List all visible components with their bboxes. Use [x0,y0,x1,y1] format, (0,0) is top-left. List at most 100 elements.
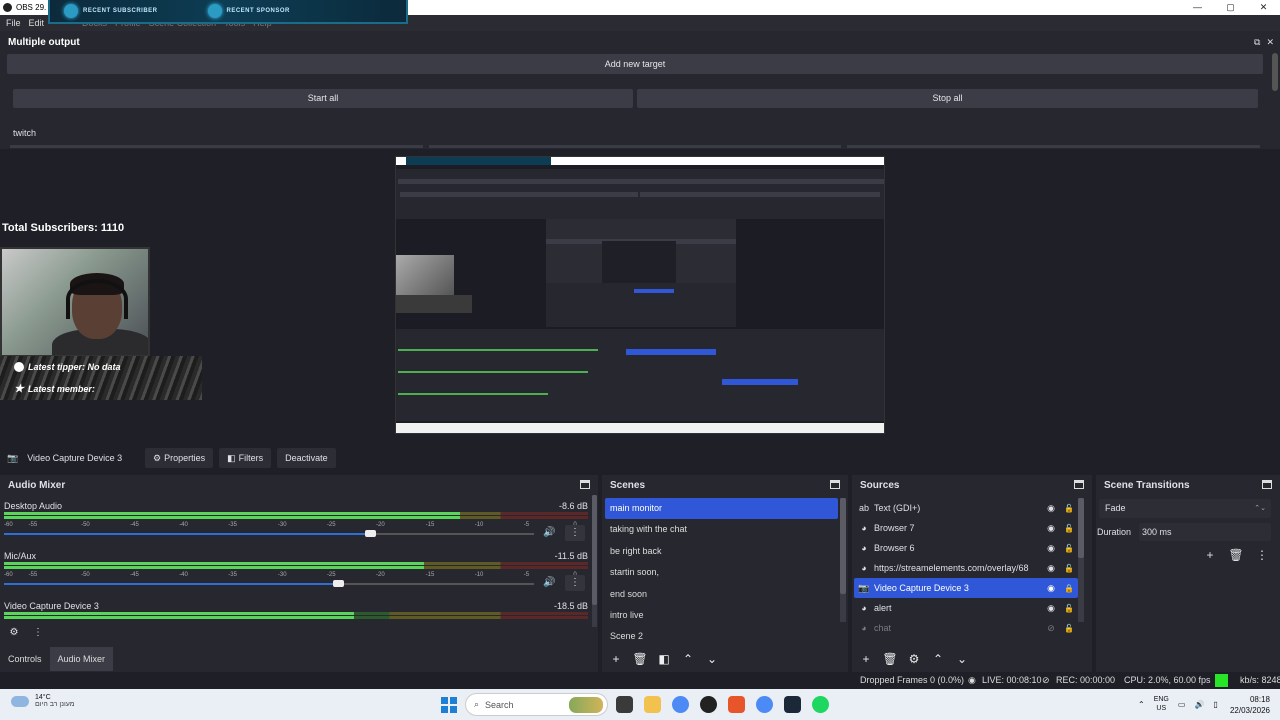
close-button[interactable]: ✕ [1247,0,1280,15]
obs-icon[interactable] [700,696,717,713]
source-item[interactable]: ◕ Browser 7 ◉ 🔓 [854,518,1078,538]
move-up-icon[interactable]: ⌃ [678,650,698,668]
volume-slider[interactable] [4,580,534,587]
lock-icon[interactable]: 🔓 [1060,624,1078,633]
menu-file[interactable]: File [6,18,21,28]
file-explorer-icon[interactable] [644,696,661,713]
mixer-menu-icon[interactable]: ⋮ [28,624,48,642]
add-new-target-button[interactable]: Add new target [7,54,1263,74]
source-item[interactable]: 📷 Video Capture Device 3 ◉ 🔒 [854,578,1078,598]
source-item[interactable]: ◕ https://streamelements.com/overlay/68 ◉ 🔓 [854,558,1078,578]
advanced-audio-properties-icon[interactable]: ⚙ [4,624,24,642]
add-transition-icon[interactable]: + [1200,546,1220,564]
camera-icon: 📷 [7,452,19,463]
chevron-up-icon[interactable]: ⌃ [1138,700,1145,709]
task-view-icon[interactable] [616,696,633,713]
scene-item[interactable]: intro live [605,605,838,626]
visibility-eye-icon[interactable]: ◉ [1042,523,1060,534]
source-item[interactable]: ◕ alert ◉ 🔓 [854,598,1078,618]
remove-source-icon[interactable]: 🗑 [880,650,900,668]
chrome-profile-icon[interactable] [756,696,773,713]
menu-edit[interactable]: Edit [29,18,45,28]
scene-item[interactable]: end soon [605,584,838,605]
visibility-eye-icon[interactable]: ◉ [1042,603,1060,614]
remove-scene-icon[interactable]: 🗑 [630,650,650,668]
channel-menu-icon[interactable]: ⋮ [565,525,585,541]
scene-item[interactable]: taking with the chat [605,519,838,540]
scene-filters-icon[interactable]: ◧ [654,650,674,668]
undock-icon[interactable] [1262,480,1272,489]
move-down-icon[interactable]: ⌄ [702,650,722,668]
add-source-icon[interactable]: + [856,650,876,668]
scene-item[interactable]: Scene 2 [605,626,838,647]
undock-icon[interactable] [830,480,840,489]
move-down-icon[interactable]: ⌄ [952,650,972,668]
transition-select[interactable]: Fade ⌃⌄ [1099,499,1271,518]
minimize-button[interactable]: — [1181,0,1214,15]
add-scene-icon[interactable]: + [606,650,626,668]
steam-icon[interactable] [784,696,801,713]
preview-canvas[interactable]: Total Subscribers: 1110 Latest tipper: N… [0,149,1280,443]
close-dock-icon[interactable]: ✕ [1266,37,1274,48]
lock-icon[interactable]: 🔓 [1060,504,1078,513]
properties-button[interactable]: ⚙ Properties [145,448,214,468]
lock-icon[interactable]: 🔓 [1060,604,1078,613]
multiple-output-scrollbar[interactable] [1272,53,1278,91]
remove-transition-icon[interactable]: 🗑 [1226,546,1246,564]
duration-label: Duration [1097,527,1132,537]
undock-icon[interactable] [1074,480,1084,489]
start-button[interactable] [441,697,457,713]
maximize-button[interactable]: ▢ [1214,0,1247,15]
lock-icon[interactable]: 🔓 [1060,544,1078,553]
duration-input[interactable]: 300 ms [1139,523,1271,541]
slider-handle[interactable] [332,580,344,587]
app-icon[interactable] [728,696,745,713]
tab-controls[interactable]: Controls [0,647,50,671]
move-up-icon[interactable]: ⌃ [928,650,948,668]
scene-item[interactable]: main monitor [605,498,838,520]
channel-db: -18.5 dB [553,601,588,611]
tab-audio-mixer[interactable]: Audio Mixer [49,647,114,671]
language-indicator[interactable]: ENG US [1154,695,1169,713]
source-item[interactable]: ab Text (GDI+) ◉ 🔓 [854,498,1078,518]
volume-icon[interactable]: 🔊 [1194,700,1204,709]
speaker-icon[interactable]: 🔊 [543,527,555,538]
start-all-button[interactable]: Start all [13,89,633,108]
lock-icon[interactable]: 🔓 [1060,564,1078,573]
chrome-icon[interactable] [672,696,689,713]
speaker-icon[interactable]: 🔊 [543,577,555,588]
lock-icon[interactable]: 🔒 [1060,584,1078,593]
visibility-eye-icon[interactable]: ◉ [1042,583,1060,594]
undock-icon[interactable]: ⧉ [1254,37,1260,48]
spotify-icon[interactable] [812,696,829,713]
scene-item[interactable]: startin soon, [605,562,838,583]
taskbar-search[interactable]: ⌕ Search [465,693,608,716]
stop-all-button[interactable]: Stop all [637,89,1258,108]
visibility-eye-icon[interactable]: ◉ [1042,503,1060,514]
slider-handle[interactable] [364,530,376,537]
phone-link-icon[interactable]: ▭ [1178,700,1186,709]
scenes-scrollbar[interactable] [840,498,846,622]
source-name: https://streamelements.com/overlay/68 [874,563,1029,573]
deactivate-button[interactable]: Deactivate [277,448,336,468]
transition-menu-icon[interactable]: ⋮ [1252,546,1272,564]
source-item[interactable]: ◕ chat ⊘ 🔓 [854,618,1078,638]
scene-item[interactable]: be right back [605,541,838,562]
channel-menu-icon[interactable]: ⋮ [565,575,585,591]
mixer-scrollbar[interactable] [592,495,597,627]
source-item[interactable]: ◕ Browser 6 ◉ 🔓 [854,538,1078,558]
visibility-eye-icon[interactable]: ◉ [1042,543,1060,554]
volume-slider[interactable] [4,530,534,537]
battery-icon[interactable]: ▯ [1213,700,1217,709]
visibility-eye-icon[interactable]: ⊘ [1042,623,1060,634]
weather-widget[interactable]: 14°C מעונן רב היום [11,694,75,708]
tick-label: -60 [4,572,13,578]
source-properties-icon[interactable]: ⚙ [904,650,924,668]
source-type-icon: ◕ [861,623,867,633]
undock-icon[interactable] [580,480,590,489]
clock[interactable]: 08:18 22/03/2026 [1230,694,1270,716]
sources-scrollbar[interactable] [1078,498,1084,622]
lock-icon[interactable]: 🔓 [1060,524,1078,533]
visibility-eye-icon[interactable]: ◉ [1042,563,1060,574]
filters-button[interactable]: ◧ Filters [219,448,272,468]
